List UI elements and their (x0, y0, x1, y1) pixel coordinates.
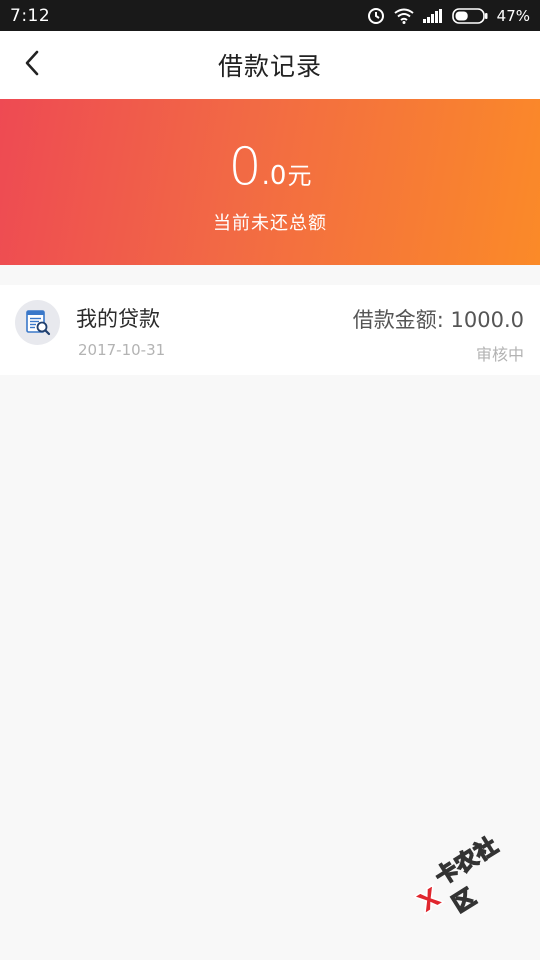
balance-banner: 0.0元 当前未还总额 (0, 99, 540, 265)
loan-amount-value: 1000.0 (450, 308, 524, 332)
screen: 7:12 47% 借款记录 0.0元 当前未还总额 我的贷款 2017-10-3… (0, 0, 540, 960)
alarm-icon (367, 7, 385, 25)
status-icons: 47% (367, 7, 530, 25)
battery-icon (451, 7, 488, 24)
watermark: 卡农社区 (402, 828, 522, 934)
back-button[interactable] (16, 49, 48, 81)
signal-icon (422, 8, 443, 23)
status-bar: 7:12 47% (0, 0, 540, 31)
loan-date: 2017-10-31 (78, 341, 166, 359)
nav-bar: 借款记录 (0, 31, 540, 99)
loan-record-item[interactable]: 我的贷款 2017-10-31 借款金额: 1000.0 审核中 (0, 285, 540, 375)
amount-decimal: .0 (261, 161, 287, 191)
chevron-left-icon (23, 50, 41, 80)
document-search-icon (15, 300, 60, 345)
loan-name: 我的贷款 (76, 307, 160, 331)
loan-amount-label: 借款金额: (352, 308, 451, 332)
amount-unit: 元 (287, 162, 312, 190)
wifi-icon (394, 8, 414, 24)
outstanding-label: 当前未还总额 (213, 213, 327, 234)
page-title: 借款记录 (217, 52, 322, 81)
outstanding-amount: 0.0元 (0, 139, 540, 195)
loan-status-badge: 审核中 (475, 345, 524, 364)
status-time: 7:12 (10, 5, 51, 26)
loan-amount-row: 借款金额: 1000.0 (353, 304, 524, 334)
amount-integer: 0 (228, 137, 262, 197)
battery-percent: 47% (496, 6, 530, 25)
